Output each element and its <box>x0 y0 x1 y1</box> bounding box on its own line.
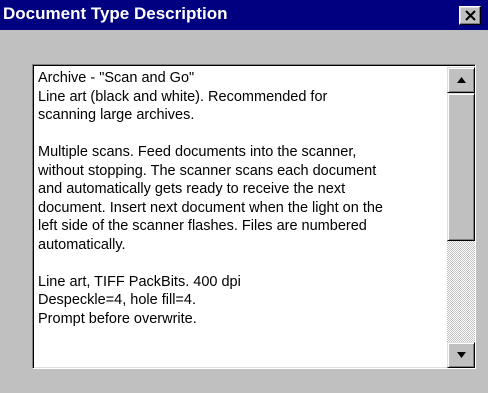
text-line: scanning large archives. <box>38 107 195 123</box>
text-line: Prompt before overwrite. <box>38 310 197 327</box>
text-line: automatically. <box>38 236 126 253</box>
close-button[interactable] <box>459 6 481 25</box>
arrow-down-icon <box>457 352 466 358</box>
text-line: left side of the scanner flashes. Files … <box>38 218 367 234</box>
document-type-description-dialog: Document Type Description Archive - "Sca… <box>0 0 488 393</box>
text-line: Despeckle=4, hole fill=4. <box>38 292 196 308</box>
title-bar[interactable]: Document Type Description <box>0 0 488 30</box>
window-title: Document Type Description <box>3 4 228 23</box>
text-line: Line art (black and white). Recommended … <box>38 88 328 105</box>
arrow-up-icon <box>457 77 466 83</box>
scroll-thumb[interactable] <box>447 93 475 241</box>
close-x-icon <box>465 10 476 21</box>
text-line: Archive - "Scan and Go" <box>38 70 195 86</box>
scroll-down-button[interactable] <box>447 342 475 368</box>
description-text-area[interactable]: Archive - "Scan and Go" Line art (black … <box>32 64 476 369</box>
description-text: Archive - "Scan and Go" Line art (black … <box>38 69 448 328</box>
text-line: and automatically gets ready to receive … <box>38 181 346 197</box>
scroll-up-button[interactable] <box>447 67 475 93</box>
vertical-scrollbar[interactable] <box>447 67 475 368</box>
text-line: without stopping. The scanner scans each… <box>38 162 377 179</box>
text-line: Line art, TIFF PackBits. 400 dpi <box>38 273 241 290</box>
text-line: Multiple scans. Feed documents into the … <box>38 144 357 160</box>
text-line: document. Insert next document when the … <box>38 199 383 216</box>
